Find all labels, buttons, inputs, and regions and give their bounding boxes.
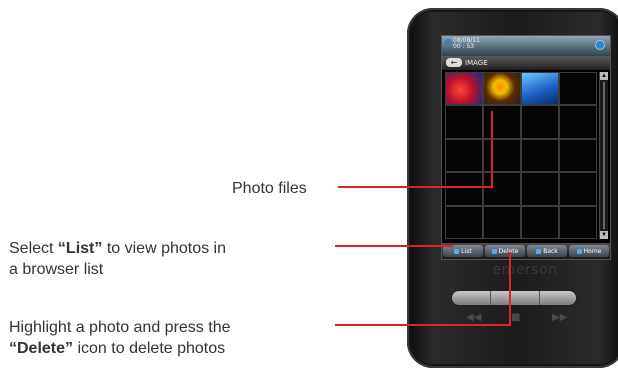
scroll-up-icon[interactable]: ▲	[600, 72, 608, 80]
scrollbar[interactable]: ▲ ▼	[599, 72, 608, 239]
list-keyword: “List”	[57, 240, 103, 257]
home-button[interactable]: Home	[569, 245, 609, 257]
delete-icon	[491, 248, 497, 254]
device-screen: 08/08/11 00 : 53 ← IMAGE ▲ ▼ List Delete…	[441, 35, 611, 260]
brand-logo: emerson	[492, 262, 558, 278]
grid-cell	[521, 172, 559, 206]
select-list-callout: Select “List” to view photos in a browse…	[9, 238, 329, 280]
grid-cell	[521, 105, 559, 139]
select-key[interactable]	[490, 291, 540, 305]
grid-cell	[521, 205, 559, 239]
next-icon[interactable]: ▶▶	[552, 312, 567, 323]
delete-leader-vertical	[509, 252, 511, 326]
previous-icon[interactable]: ◀◀	[466, 312, 481, 323]
scroll-down-icon[interactable]: ▼	[600, 231, 608, 239]
grid-cell	[559, 105, 597, 139]
stop-icon[interactable]: ■	[511, 312, 520, 323]
delete-line1: Highlight a photo and press the	[9, 319, 231, 336]
grid-cell	[559, 138, 597, 173]
scroll-track	[603, 82, 605, 229]
grid-cell	[483, 138, 521, 173]
delete-button[interactable]: Delete	[485, 245, 525, 257]
select-list-leader	[335, 245, 453, 247]
photo-files-callout: Photo files	[232, 178, 307, 199]
softkey-bar: List Delete Back Home	[442, 243, 610, 259]
photo-grid	[445, 72, 597, 239]
photo-thumbnail[interactable]	[521, 72, 559, 106]
photo-files-leader	[338, 186, 493, 188]
photo-files-leader-vertical	[491, 111, 493, 188]
grid-cell	[559, 172, 597, 206]
navigation-bar[interactable]	[452, 291, 576, 305]
select-list-line1: Select “List” to view photos in	[9, 240, 226, 257]
delete-keyword: “Delete”	[9, 340, 74, 357]
delete-line2: “Delete” icon to delete photos	[9, 340, 226, 357]
battery-icon	[595, 40, 605, 50]
back-arrow-icon[interactable]: ←	[446, 58, 462, 67]
grid-cell	[483, 172, 521, 206]
grid-cell	[445, 138, 483, 173]
photo-thumbnail[interactable]	[445, 72, 483, 106]
grid-cell	[445, 172, 483, 206]
home-icon	[576, 248, 582, 254]
back-button[interactable]: Back	[527, 245, 567, 257]
status-bar: 08/08/11 00 : 53	[442, 36, 610, 56]
select-list-line2: a browser list	[9, 261, 104, 278]
title-bar: ← IMAGE	[442, 56, 610, 70]
screen-title: IMAGE	[465, 59, 488, 67]
clock-icon	[445, 39, 451, 45]
grid-cell	[445, 105, 483, 139]
status-datetime: 08/08/11 00 : 53	[453, 38, 480, 50]
grid-cell	[559, 205, 597, 239]
grid-cell	[521, 138, 559, 173]
delete-callout: Highlight a photo and press the “Delete”…	[9, 317, 339, 359]
delete-leader	[335, 324, 511, 326]
photo-thumbnail[interactable]	[483, 72, 521, 106]
grid-cell	[445, 205, 483, 239]
grid-cell	[483, 205, 521, 239]
list-icon	[454, 248, 460, 254]
status-time: 00 : 53	[453, 43, 475, 50]
photo-files-label: Photo files	[232, 180, 307, 197]
back-icon	[536, 248, 542, 254]
grid-cell	[483, 105, 521, 139]
grid-cell	[559, 72, 597, 106]
